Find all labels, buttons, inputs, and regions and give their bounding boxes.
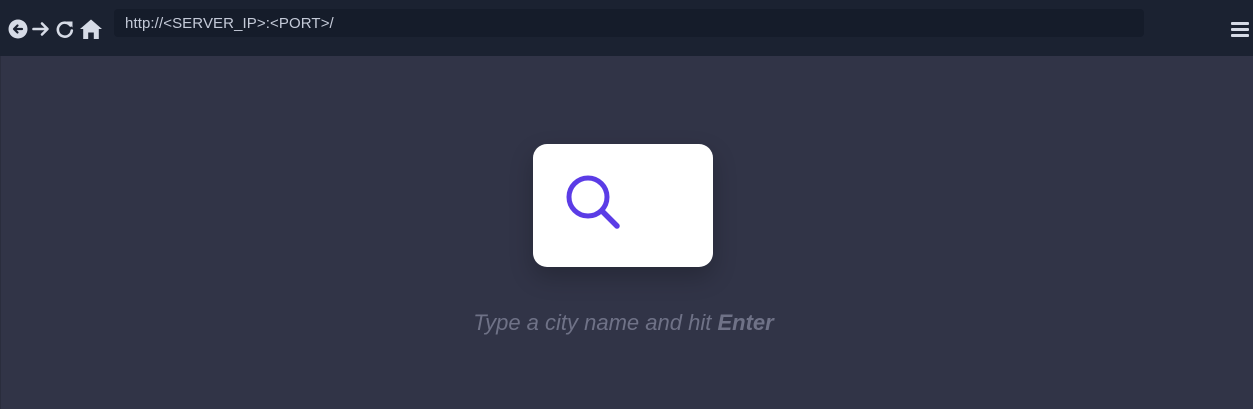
- page-content: Type a city name and hit Enter: [0, 56, 1253, 409]
- menu-line: [1231, 28, 1249, 31]
- address-bar[interactable]: http://<SERVER_IP>:<PORT>/: [114, 9, 1144, 37]
- back-icon: [8, 19, 28, 39]
- forward-icon: [32, 22, 49, 36]
- search-icon: [566, 175, 620, 229]
- search-box[interactable]: [533, 144, 713, 267]
- hamburger-menu-button[interactable]: [1229, 20, 1251, 40]
- menu-line: [1231, 22, 1249, 25]
- url-text: http://<SERVER_IP>:<PORT>/: [125, 14, 334, 32]
- hint-key: Enter: [717, 310, 774, 335]
- menu-line: [1231, 34, 1249, 37]
- browser-toolbar: http://<SERVER_IP>:<PORT>/: [0, 0, 1253, 56]
- search-hint: Type a city name and hit Enter: [1, 310, 1246, 336]
- back-button[interactable]: [7, 18, 29, 40]
- hint-text: Type a city name and hit: [473, 310, 718, 335]
- reload-icon: [56, 21, 74, 38]
- home-button[interactable]: [78, 18, 104, 40]
- home-icon: [80, 19, 102, 39]
- forward-button[interactable]: [30, 18, 52, 40]
- city-search-input[interactable]: [631, 184, 701, 224]
- reload-button[interactable]: [54, 18, 76, 40]
